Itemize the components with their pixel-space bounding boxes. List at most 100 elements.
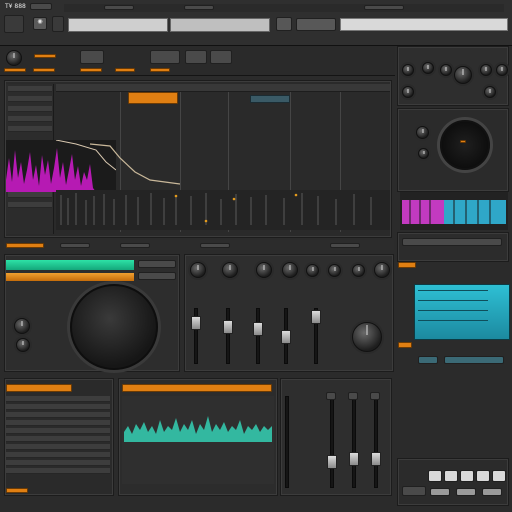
list-item[interactable] xyxy=(6,428,110,434)
right-knob-2[interactable] xyxy=(422,62,434,74)
large-fx-knob[interactable] xyxy=(352,322,382,352)
clip-launch-4[interactable] xyxy=(200,243,230,248)
fx-fader-3[interactable] xyxy=(253,322,263,336)
list-item[interactable] xyxy=(6,444,110,450)
fx-knob-3[interactable] xyxy=(256,262,272,278)
selected-clip[interactable] xyxy=(250,95,290,103)
ruler[interactable] xyxy=(56,84,390,92)
arm-button-2[interactable] xyxy=(80,68,102,72)
list-item[interactable] xyxy=(6,436,110,442)
arm-button-3[interactable] xyxy=(115,68,135,72)
list-item[interactable] xyxy=(6,468,110,474)
fx-fader-1[interactable] xyxy=(191,316,201,330)
right-orange-tab[interactable] xyxy=(398,262,416,268)
power-icon[interactable]: ◉ xyxy=(33,17,47,30)
pad-2[interactable] xyxy=(444,470,458,482)
mode-button-1[interactable] xyxy=(80,50,104,64)
mixer-mute-2[interactable] xyxy=(348,392,358,400)
mixer-mute-1[interactable] xyxy=(326,392,336,400)
track-header-2[interactable] xyxy=(8,96,52,102)
arm-button-6[interactable] xyxy=(4,68,26,72)
loop-region[interactable] xyxy=(128,92,178,104)
menu-button-1[interactable] xyxy=(30,3,52,10)
pad-1[interactable] xyxy=(428,470,442,482)
list-item[interactable] xyxy=(6,420,110,426)
tab-2[interactable] xyxy=(184,5,214,10)
fx-fader-5[interactable] xyxy=(311,310,321,324)
waveform-display[interactable] xyxy=(122,396,274,484)
pad-5[interactable] xyxy=(492,470,506,482)
arm-button-4[interactable] xyxy=(150,68,170,72)
master-volume-knob[interactable] xyxy=(6,50,22,66)
list-item[interactable] xyxy=(6,460,110,466)
fx-knob-5[interactable] xyxy=(306,264,319,277)
right-knob-1[interactable] xyxy=(402,64,414,76)
browser-list[interactable] xyxy=(6,396,110,486)
arm-button-5[interactable] xyxy=(33,68,55,72)
mixer-fader-track-2[interactable] xyxy=(330,396,334,488)
right-knob-5[interactable] xyxy=(496,64,508,76)
tab-3[interactable] xyxy=(364,5,404,10)
deck-gain-knob[interactable] xyxy=(14,318,30,334)
arm-button-1[interactable] xyxy=(34,54,56,58)
fx-knob-4[interactable] xyxy=(282,262,298,278)
deck-sync-button[interactable] xyxy=(138,272,176,280)
track-header-4[interactable] xyxy=(8,116,52,122)
loop-toggle[interactable] xyxy=(276,17,292,31)
pad-9[interactable] xyxy=(482,488,502,496)
toolbar-button-a[interactable] xyxy=(52,16,64,32)
mode-button-2[interactable] xyxy=(150,50,180,64)
clip-launch-2[interactable] xyxy=(60,243,90,248)
right-knob-8[interactable] xyxy=(416,126,429,139)
fx-fader-track-3[interactable] xyxy=(256,308,260,364)
list-item[interactable] xyxy=(6,396,110,402)
search-field[interactable] xyxy=(340,18,508,31)
pad-8[interactable] xyxy=(456,488,476,496)
fx-fader-track-2[interactable] xyxy=(226,308,230,364)
track-header-7[interactable] xyxy=(8,202,52,208)
clip-launch-1[interactable] xyxy=(6,243,44,248)
browser-footer-button[interactable] xyxy=(6,488,28,493)
transport-stop-button[interactable] xyxy=(4,15,24,33)
cue-orange-marker[interactable] xyxy=(398,342,412,348)
fx-fader-4[interactable] xyxy=(281,330,291,344)
fx-knob-1[interactable] xyxy=(190,262,206,278)
mini-jog-wheel[interactable] xyxy=(440,120,490,170)
deck-trim-knob[interactable] xyxy=(16,338,30,352)
fx-knob-8[interactable] xyxy=(374,262,390,278)
list-item[interactable] xyxy=(6,412,110,418)
mode-button-4[interactable] xyxy=(210,50,232,64)
cue-row-button-2[interactable] xyxy=(444,356,504,364)
fx-fader-2[interactable] xyxy=(223,320,233,334)
track-header-6[interactable] xyxy=(8,192,52,198)
track-header-3[interactable] xyxy=(8,106,52,112)
cue-row-button-1[interactable] xyxy=(418,356,438,364)
list-item[interactable] xyxy=(6,404,110,410)
track-header-5[interactable] xyxy=(8,126,52,132)
clip-launch-5[interactable] xyxy=(330,243,360,248)
right-knob-6[interactable] xyxy=(402,86,414,98)
settings-button[interactable] xyxy=(296,18,336,31)
mixer-fader-4[interactable] xyxy=(371,452,381,466)
right-main-knob[interactable] xyxy=(454,66,472,84)
mixer-mute-3[interactable] xyxy=(370,392,380,400)
pad-4[interactable] xyxy=(476,470,490,482)
jog-wheel[interactable] xyxy=(70,284,158,370)
mixer-fader-3[interactable] xyxy=(349,452,359,466)
fx-knob-7[interactable] xyxy=(352,264,365,277)
list-item[interactable] xyxy=(6,452,110,458)
timeline-overview[interactable] xyxy=(68,18,168,32)
fx-knob-2[interactable] xyxy=(222,262,238,278)
mixer-fader-track-1[interactable] xyxy=(285,396,289,488)
deck-mode-button[interactable] xyxy=(138,260,176,268)
midi-lane[interactable] xyxy=(56,190,390,230)
pad-7[interactable] xyxy=(430,488,450,496)
mixer-fader-2[interactable] xyxy=(327,455,337,469)
right-knob-9[interactable] xyxy=(418,148,429,159)
pad-6[interactable] xyxy=(402,486,426,496)
mode-button-3[interactable] xyxy=(185,50,207,64)
mixer-fader-track-3[interactable] xyxy=(352,396,356,488)
right-knob-3[interactable] xyxy=(440,64,452,76)
right-knob-4[interactable] xyxy=(480,64,492,76)
right-meter-button[interactable] xyxy=(402,238,502,246)
